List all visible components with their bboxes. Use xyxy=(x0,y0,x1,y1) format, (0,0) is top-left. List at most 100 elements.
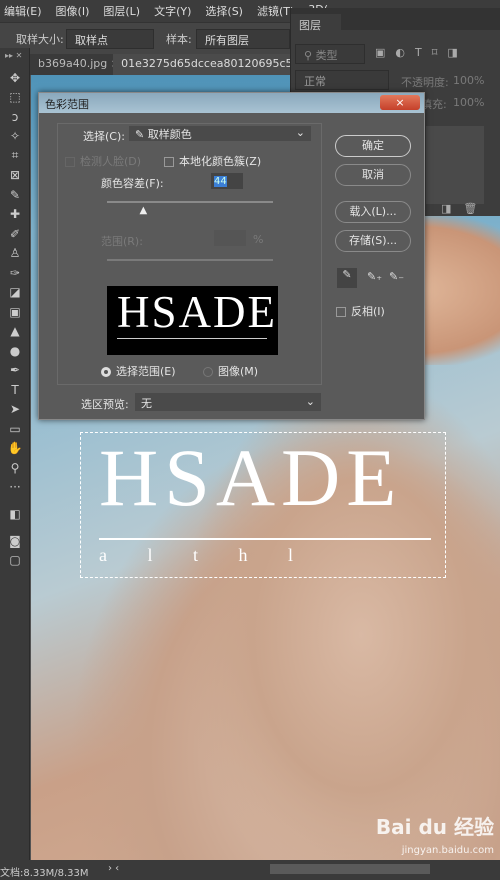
radio-selection[interactable]: 选择范围(E) xyxy=(101,363,176,379)
pen-tool-icon[interactable]: ✒ xyxy=(0,361,30,381)
zoom-tool-icon[interactable]: ⚲ xyxy=(0,458,30,478)
color-swatches-icon[interactable]: ◧ xyxy=(0,497,30,531)
move-tool-icon[interactable]: ✥ xyxy=(0,68,30,88)
canvas-title-text: HSADE xyxy=(99,432,403,523)
sample-select[interactable]: 所有图层 xyxy=(196,29,290,49)
blend-mode-value: 正常 xyxy=(304,75,326,88)
range-label: 范围(R): xyxy=(101,235,143,248)
eyedropper-icon: ✎ xyxy=(135,128,145,141)
path-select-icon[interactable]: ➤ xyxy=(0,400,30,420)
menu-filter[interactable]: 滤镜(T) xyxy=(257,3,294,19)
layers-tab[interactable]: 图层 xyxy=(291,14,341,36)
document-tabs: b369a40.jpg × 01e3275d65dccea80120695c5e… xyxy=(30,54,292,75)
eyedropper-minus-icon[interactable]: ✎₋ xyxy=(389,270,404,283)
filter-placeholder: 类型 xyxy=(315,49,338,62)
sample-size-label: 取样大小: xyxy=(16,33,64,46)
eyedropper-tool-icon[interactable]: ✎ xyxy=(0,185,30,205)
history-brush-icon[interactable]: ✑ xyxy=(0,263,30,283)
range-unit: % xyxy=(253,233,264,246)
localized-label: 本地化颜色簇(Z) xyxy=(179,155,262,168)
range-slider xyxy=(107,259,273,261)
localized-clusters-checkbox[interactable]: 本地化颜色簇(Z) xyxy=(164,153,261,169)
detect-faces-checkbox: 检测人脸(D) xyxy=(65,153,141,169)
menu-edit[interactable]: 编辑(E) xyxy=(4,3,42,19)
canvas-rule xyxy=(99,538,431,540)
shape-tool-icon[interactable]: ▭ xyxy=(0,419,30,439)
watermark-url: jingyan.baidu.com xyxy=(401,845,494,856)
menu-select[interactable]: 选择(S) xyxy=(205,3,243,19)
menu-image[interactable]: 图像(I) xyxy=(56,3,90,19)
sample-size-value: 取样点 xyxy=(75,34,108,47)
opacity-value[interactable]: 100% xyxy=(453,74,484,87)
selection-preview: HSADE xyxy=(107,286,278,355)
dialog-title: 色彩范围 xyxy=(45,98,89,111)
hand-tool-icon[interactable]: ✋ xyxy=(0,439,30,459)
menu-type[interactable]: 文字(Y) xyxy=(154,3,191,19)
radio-image[interactable]: 图像(M) xyxy=(203,363,258,379)
close-button[interactable]: × xyxy=(380,95,420,110)
brush-tool-icon[interactable]: ✐ xyxy=(0,224,30,244)
detect-faces-label: 检测人脸(D) xyxy=(80,155,142,168)
frame-tool-icon[interactable]: ⊠ xyxy=(0,166,30,186)
menu-layer[interactable]: 图层(L) xyxy=(103,3,140,19)
eraser-tool-icon[interactable]: ◪ xyxy=(0,283,30,303)
type-tool-icon[interactable]: T xyxy=(0,380,30,400)
save-button[interactable]: 存储(S)... xyxy=(335,230,411,252)
preview-value: 无 xyxy=(141,397,152,410)
eyedropper-plus-icon[interactable]: ✎₊ xyxy=(367,270,382,283)
doc-size: 文档:8.33M/8.33M xyxy=(0,868,89,879)
load-button[interactable]: 载入(L)... xyxy=(335,201,411,223)
blur-tool-icon[interactable]: ▲ xyxy=(0,322,30,342)
dialog-titlebar: 色彩范围 xyxy=(39,93,424,113)
canvas-sub-text: a l t h l xyxy=(99,545,311,565)
select-dropdown[interactable]: ✎ 取样颜色 ⌄ xyxy=(129,126,311,141)
status-arrows[interactable]: › ‹ xyxy=(108,863,119,874)
fuzziness-slider-thumb[interactable]: ▲ xyxy=(140,205,148,216)
sample-size-select[interactable]: 取样点 xyxy=(66,29,154,49)
invert-label: 反相(I) xyxy=(351,305,385,318)
quick-mask-icon[interactable]: ◙ xyxy=(0,531,30,551)
filter-icons[interactable]: ▣◐T⌑◨ xyxy=(375,46,468,59)
marquee-tool-icon[interactable]: ⬚ xyxy=(0,88,30,108)
crop-tool-icon[interactable]: ⌗ xyxy=(0,146,30,166)
layers-list xyxy=(426,126,484,204)
fuzziness-slider[interactable] xyxy=(107,201,273,203)
color-range-dialog: 色彩范围 × 选择(C): ✎ 取样颜色 ⌄ 检测人脸(D) 本地化颜色簇(Z) … xyxy=(38,92,425,420)
tab-doc-2[interactable]: 01e3275d65dccea80120695c5ea42 xyxy=(113,54,292,75)
preview-label: 选区预览: xyxy=(81,398,129,411)
range-input xyxy=(214,230,246,246)
ok-button[interactable]: 确定 xyxy=(335,135,411,157)
layer-filter-input[interactable]: ⚲ 类型 xyxy=(295,44,365,64)
invert-checkbox[interactable]: 反相(I) xyxy=(336,303,385,319)
fill-value[interactable]: 100% xyxy=(453,96,484,109)
tab-doc-1[interactable]: b369a40.jpg × xyxy=(30,54,113,75)
blend-mode-select[interactable]: 正常 xyxy=(295,70,389,90)
lasso-tool-icon[interactable]: ↄ xyxy=(0,107,30,127)
sample-value: 所有图层 xyxy=(205,34,249,47)
selection-preview-select[interactable]: 无 ⌄ xyxy=(135,393,321,411)
tools-panel: ▸▸ ✕ ✥ ⬚ ↄ ✧ ⌗ ⊠ ✎ ✚ ✐ ♙ ✑ ◪ ▣ ▲ ● ✒ T ➤… xyxy=(0,48,30,860)
cancel-button[interactable]: 取消 xyxy=(335,164,411,186)
opacity-label: 不透明度: xyxy=(401,76,449,89)
more-tools-icon[interactable]: ··· xyxy=(0,478,30,498)
fuzziness-input[interactable]: 44 xyxy=(211,173,243,189)
radio-selection-label: 选择范围(E) xyxy=(116,365,176,378)
select-label: 选择(C): xyxy=(83,130,125,143)
fuzziness-value: 44 xyxy=(214,176,227,187)
sample-label: 样本: xyxy=(166,33,192,46)
magic-wand-icon[interactable]: ✧ xyxy=(0,127,30,147)
radio-image-label: 图像(M) xyxy=(218,365,259,378)
baidu-watermark: Bai du 经验 xyxy=(375,815,494,839)
dodge-tool-icon[interactable]: ● xyxy=(0,341,30,361)
status-bar: 文档:8.33M/8.33M › ‹ xyxy=(0,860,500,880)
select-value: 取样颜色 xyxy=(147,128,192,141)
gradient-tool-icon[interactable]: ▣ xyxy=(0,302,30,322)
preview-text: HSADE xyxy=(117,287,278,337)
screen-mode-icon[interactable]: ▢ xyxy=(0,551,30,571)
healing-tool-icon[interactable]: ✚ xyxy=(0,205,30,225)
horizontal-scrollbar[interactable] xyxy=(270,864,430,874)
eyedropper-tool-icon[interactable]: ✎ xyxy=(337,268,357,288)
stamp-tool-icon[interactable]: ♙ xyxy=(0,244,30,264)
fuzziness-label: 颜色容差(F): xyxy=(101,177,164,190)
new-layer-delete-icons[interactable]: ◨🗑 xyxy=(441,202,489,215)
